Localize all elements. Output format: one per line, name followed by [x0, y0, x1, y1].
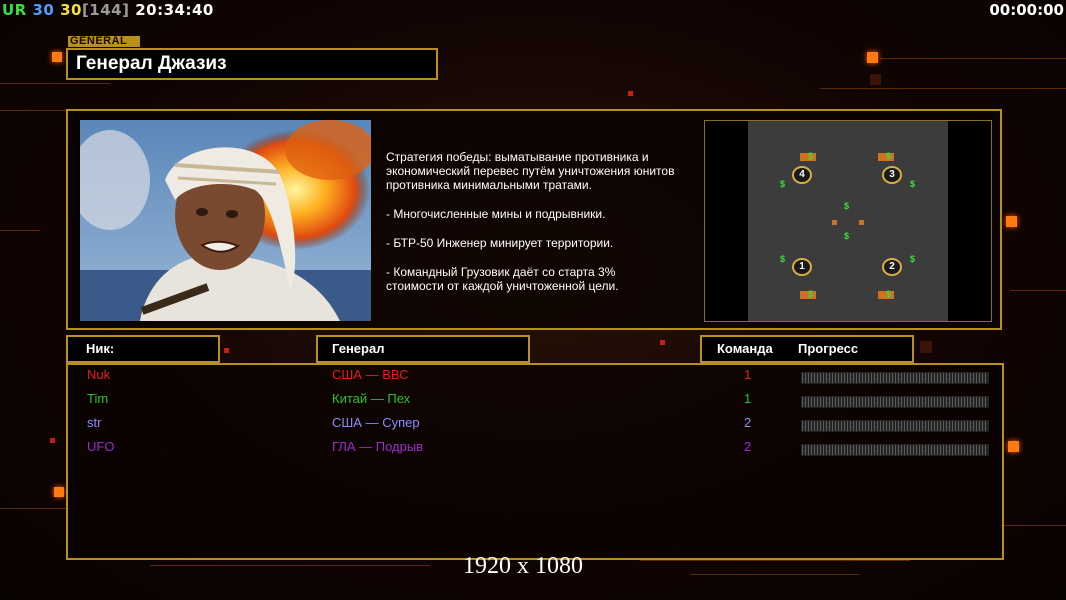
glow-dot: [920, 341, 932, 353]
bracket-value: [144]: [81, 1, 130, 19]
description-line: - Командный Грузовик даёт со старта 3% с…: [386, 265, 619, 293]
glow-dot: [52, 52, 62, 62]
cash-icon: $: [808, 151, 814, 161]
header-nick-label: Ник:: [86, 341, 115, 356]
description-line: - Многочисленные мины и подрывники.: [386, 207, 606, 221]
bg-line: [150, 565, 430, 566]
glow-dot: [54, 487, 64, 497]
start-position-1[interactable]: 1: [792, 258, 812, 276]
status-bar: UR 30 30[144] 20:34:40: [2, 1, 214, 19]
player-general: Китай — Пех: [332, 391, 411, 406]
player-row: UFO ГЛА — Подрыв 2: [68, 439, 1002, 461]
general-title-box: Генерал Джазиз: [66, 48, 438, 80]
cash-icon: $: [910, 254, 916, 264]
glow-dot: [660, 340, 665, 345]
start-position-4[interactable]: 4: [792, 166, 812, 184]
player-progress-bar: [801, 372, 989, 384]
map-preview[interactable]: 4 3 1 2 $ $ $ $ $ $ $ $ $ $: [704, 120, 992, 322]
bg-line: [0, 230, 40, 231]
bg-line: [690, 574, 860, 575]
glow-dot: [50, 438, 55, 443]
column-header-nick: Ник:: [66, 335, 220, 363]
player-row: Nuk США — ВВС 1: [68, 367, 1002, 389]
general-description: Стратегия победы: выматывание противника…: [386, 150, 716, 308]
cash-icon: $: [780, 179, 786, 189]
general-portrait: [80, 120, 371, 321]
description-line: - БТР-50 Инженер минирует территории.: [386, 236, 614, 250]
player-list: Nuk США — ВВС 1 Tim Китай — Пех 1 str СШ…: [66, 363, 1004, 560]
player-team: 1: [744, 367, 752, 382]
glow-dot: [867, 52, 878, 63]
column-header-team-progress: Команда Прогресс: [700, 335, 914, 363]
player-row: str США — Супер 2: [68, 415, 1002, 437]
cash-icon: $: [844, 201, 850, 211]
player-team: 2: [744, 415, 752, 430]
player-general: США — Супер: [332, 415, 420, 430]
player-team: 1: [744, 391, 752, 406]
cash-icon: $: [886, 151, 892, 161]
player-nick: str: [87, 415, 102, 430]
bg-line: [880, 58, 1066, 59]
bg-line: [1010, 290, 1066, 291]
general-info-panel: Стратегия победы: выматывание противника…: [66, 109, 1002, 330]
bg-line: [640, 560, 910, 561]
glow-dot: [870, 74, 881, 85]
bg-line: [1000, 525, 1066, 526]
value-b: 30: [60, 1, 82, 19]
column-header-general: Генерал: [316, 335, 530, 363]
base-icon: [832, 220, 837, 225]
general-name: Генерал Джазиз: [76, 53, 227, 74]
start-position-3[interactable]: 3: [882, 166, 902, 184]
base-icon: [859, 220, 864, 225]
header-general-label: Генерал: [332, 341, 385, 356]
header-progress-label: Прогресс: [798, 341, 859, 356]
player-row: Tim Китай — Пех 1: [68, 391, 1002, 413]
glow-dot: [224, 348, 229, 353]
player-progress-bar: [801, 444, 989, 456]
glow-dot: [628, 91, 633, 96]
start-position-2[interactable]: 2: [882, 258, 902, 276]
cash-icon: $: [808, 289, 814, 299]
player-team: 2: [744, 439, 752, 454]
game-timer: 00:00:00: [989, 1, 1064, 19]
description-line: Стратегия победы: выматывание противника…: [386, 150, 675, 192]
header-team-label: Команда: [717, 341, 773, 356]
bg-line: [0, 83, 110, 84]
value-a: 30: [32, 1, 55, 19]
clock: 20:34:40: [135, 1, 214, 19]
player-progress-bar: [801, 420, 989, 432]
player-nick: Tim: [87, 391, 109, 406]
bg-line: [0, 508, 70, 509]
bg-line: [0, 110, 70, 111]
player-nick: Nuk: [87, 367, 111, 382]
glow-dot: [1008, 441, 1019, 452]
cash-icon: $: [910, 179, 916, 189]
bg-line: [820, 88, 1066, 89]
rank-label: UR: [2, 1, 27, 19]
general-tag: GENERAL: [68, 36, 140, 47]
cash-icon: $: [886, 289, 892, 299]
map-terrain: 4 3 1 2 $ $ $ $ $ $ $ $ $ $: [748, 121, 948, 321]
player-progress-bar: [801, 396, 989, 408]
cash-icon: $: [844, 231, 850, 241]
player-general: ГЛА — Подрыв: [332, 439, 424, 454]
cash-icon: $: [780, 254, 786, 264]
glow-dot: [1006, 216, 1017, 227]
player-general: США — ВВС: [332, 367, 409, 382]
resolution-overlay: 1920 x 1080: [463, 553, 583, 579]
player-nick: UFO: [87, 439, 115, 454]
